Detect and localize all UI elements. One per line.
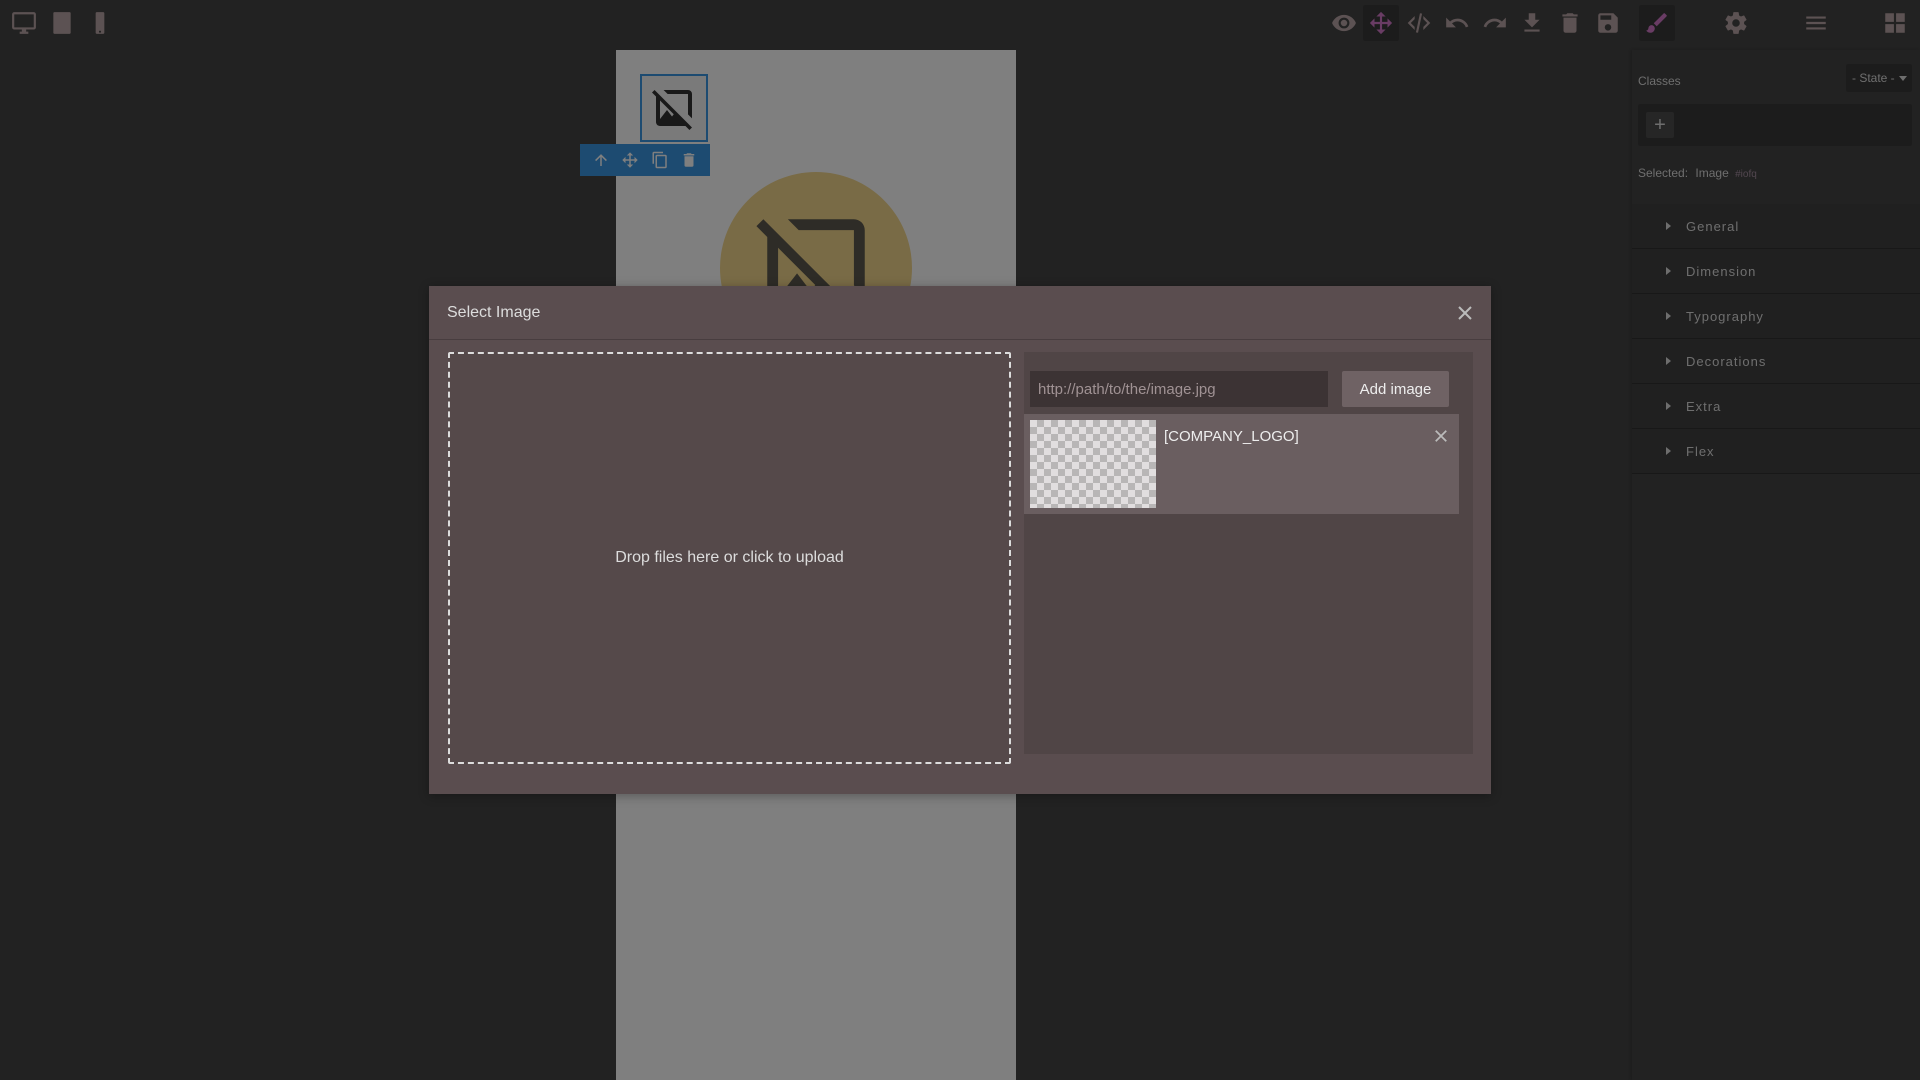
remove-asset-button[interactable]: [1431, 426, 1451, 446]
dropzone-text: Drop files here or click to upload: [615, 549, 844, 566]
image-url-input[interactable]: [1030, 371, 1328, 407]
modal-header: Select Image: [429, 286, 1491, 340]
add-image-button[interactable]: Add image: [1342, 371, 1449, 407]
select-image-modal: Select Image Drop files here or click to…: [429, 286, 1491, 794]
close-icon: [1458, 306, 1472, 320]
close-icon: [1435, 430, 1447, 442]
modal-close-button[interactable]: [1455, 303, 1475, 323]
asset-thumbnail[interactable]: [1030, 420, 1156, 508]
asset-manager: Add image [COMPANY_LOGO]: [1024, 352, 1473, 754]
modal-title: Select Image: [447, 303, 541, 321]
upload-dropzone[interactable]: Drop files here or click to upload: [448, 352, 1011, 764]
asset-item[interactable]: [COMPANY_LOGO]: [1024, 414, 1459, 514]
asset-name: [COMPANY_LOGO]: [1164, 428, 1299, 445]
